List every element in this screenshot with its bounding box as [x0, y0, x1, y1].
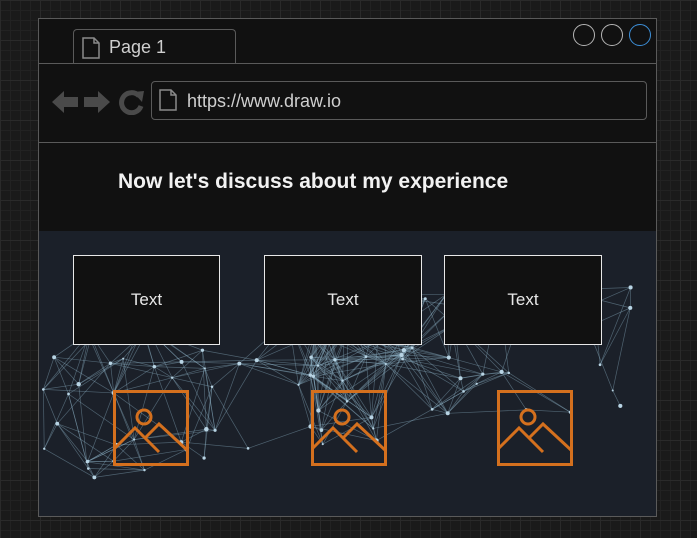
window-button-3[interactable]: [629, 24, 651, 46]
window-button-1[interactable]: [573, 24, 595, 46]
card-text: Text: [507, 290, 539, 309]
refresh-icon[interactable]: [117, 89, 145, 115]
browser-window: Page 1 https://www.draw.io Now let's dis…: [38, 18, 657, 517]
card-text: Text: [327, 290, 359, 309]
tab-label: Page 1: [109, 37, 167, 57]
tab-divider: [39, 63, 656, 64]
image-icon[interactable]: [113, 390, 189, 466]
arrow-right-icon[interactable]: [83, 89, 111, 115]
address-bar[interactable]: https://www.draw.io: [151, 81, 647, 120]
text-card-1[interactable]: Text: [73, 255, 220, 345]
url-text: https://www.draw.io: [187, 91, 342, 111]
window-button-2[interactable]: [601, 24, 623, 46]
text-card-3[interactable]: Text: [444, 255, 602, 345]
card-text: Text: [130, 290, 163, 309]
image-icon[interactable]: [311, 390, 387, 466]
content-area: Text Text Text: [39, 231, 656, 516]
image-icon[interactable]: [497, 390, 573, 466]
page-icon: [82, 37, 100, 59]
tab-page-1[interactable]: Page 1: [73, 29, 236, 63]
toolbar-divider: [39, 142, 656, 143]
page-icon: [159, 89, 177, 111]
arrow-left-icon[interactable]: [51, 89, 79, 115]
page-heading: Now let's discuss about my experience: [118, 170, 509, 193]
text-card-2[interactable]: Text: [264, 255, 422, 345]
